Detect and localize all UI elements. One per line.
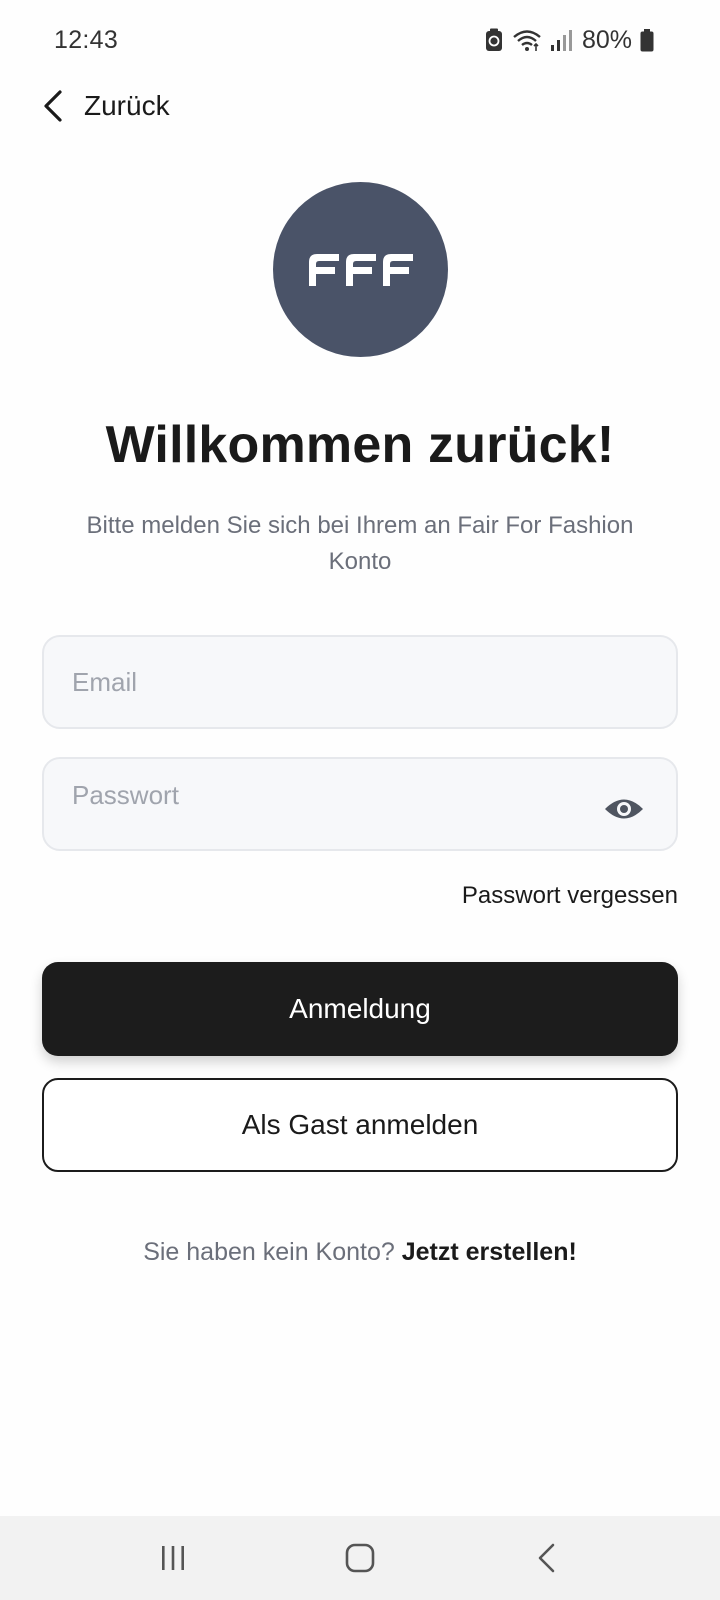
password-input[interactable] <box>72 759 648 849</box>
signal-icon <box>550 28 572 52</box>
guest-login-button[interactable]: Als Gast anmelden <box>42 1078 678 1172</box>
status-time: 12:43 <box>54 25 119 54</box>
recent-apps-icon[interactable] <box>143 1528 203 1588</box>
system-nav-bar <box>0 1516 720 1600</box>
password-field[interactable] <box>42 757 678 851</box>
email-field[interactable] <box>42 635 678 729</box>
status-icons: 80% <box>484 26 654 55</box>
wifi-icon <box>512 28 542 52</box>
back-icon[interactable] <box>517 1528 577 1588</box>
brand-logo <box>273 182 448 357</box>
status-bar: 12:43 80% <box>0 0 720 80</box>
back-button[interactable]: Zurück <box>40 88 170 124</box>
signup-prefix: Sie haben kein Konto? <box>143 1238 395 1266</box>
fff-logo-mark <box>308 253 413 286</box>
chevron-left-icon <box>40 88 66 124</box>
page-subtitle: Bitte melden Sie sich bei Ihrem an Fair … <box>86 512 634 575</box>
login-button[interactable]: Anmeldung <box>42 962 678 1056</box>
signup-link[interactable]: Jetzt erstellen! <box>402 1238 577 1266</box>
home-icon[interactable] <box>330 1528 390 1588</box>
back-label: Zurück <box>84 90 170 121</box>
battery-icon <box>640 28 654 52</box>
forgot-password-link[interactable]: Passwort vergessen <box>462 882 678 910</box>
eye-icon[interactable] <box>604 796 644 827</box>
email-input[interactable] <box>72 637 648 727</box>
data-saver-icon <box>484 28 504 52</box>
signup-prompt: Sie haben kein Konto? Jetzt erstellen! <box>0 1238 720 1267</box>
page-title: Willkommen zurück! <box>105 416 615 474</box>
battery-percent: 80% <box>581 25 632 54</box>
